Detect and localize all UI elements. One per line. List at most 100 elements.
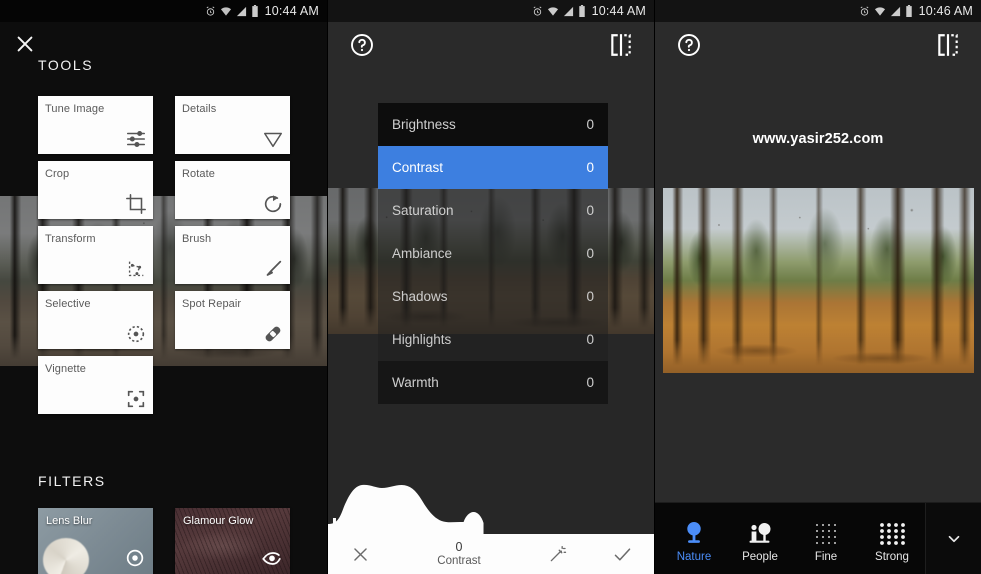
adjustment-row-highlights[interactable]: Highlights 0 xyxy=(378,318,608,361)
filter-presets-bar: Nature People Fine Strong xyxy=(655,502,981,574)
tool-card-tune-image[interactable]: Tune Image xyxy=(38,96,153,154)
close-icon[interactable] xyxy=(14,33,38,57)
adjustment-value: 0 xyxy=(586,160,594,175)
adjustment-value: 0 xyxy=(586,246,594,261)
filter-preset-strong[interactable]: Strong xyxy=(859,503,925,574)
filter-preset-fine[interactable]: Fine xyxy=(793,503,859,574)
signal-icon xyxy=(236,6,247,17)
filter-preset-nature[interactable]: Nature xyxy=(661,503,727,574)
close-icon xyxy=(351,545,370,564)
eye-icon xyxy=(261,547,283,569)
adjustment-value: 0 xyxy=(586,332,594,347)
alarm-icon xyxy=(532,5,543,17)
fine-dots-icon xyxy=(810,515,842,545)
adjustment-value: 0 xyxy=(586,117,594,132)
battery-icon xyxy=(578,5,586,17)
compare-icon[interactable] xyxy=(608,32,634,58)
adjustments-menu: Brightness 0 Contrast 0 Saturation 0 Amb… xyxy=(378,103,608,404)
signal-icon xyxy=(563,6,574,17)
status-time: 10:46 AM xyxy=(918,4,973,18)
status-bar: 10:44 AM xyxy=(0,0,327,22)
magic-wand-icon xyxy=(548,544,568,564)
current-adjustment-readout[interactable]: 0 Contrast xyxy=(392,540,526,568)
help-icon[interactable] xyxy=(350,33,374,57)
adjustment-row-shadows[interactable]: Shadows 0 xyxy=(378,275,608,318)
adjustment-value: 0 xyxy=(586,375,594,390)
bandage-icon xyxy=(262,323,284,345)
alarm-icon xyxy=(859,5,870,17)
orchard-image xyxy=(663,188,974,373)
adjustment-value: 0 xyxy=(586,289,594,304)
edited-photo[interactable] xyxy=(663,188,974,373)
adjustment-row-brightness[interactable]: Brightness 0 xyxy=(378,103,608,146)
adjustment-row-warmth[interactable]: Warmth 0 xyxy=(378,361,608,404)
tool-card-details[interactable]: Details xyxy=(175,96,290,154)
filter-presets-list: Nature People Fine Strong xyxy=(655,503,925,574)
tree-icon xyxy=(678,515,710,545)
tool-card-vignette[interactable]: Vignette xyxy=(38,356,153,414)
crop-icon xyxy=(125,193,147,215)
selective-target-icon xyxy=(125,323,147,345)
tool-label: Vignette xyxy=(45,363,86,375)
filter-preset-people[interactable]: People xyxy=(727,503,793,574)
tune-bottom-bar: 0 Contrast xyxy=(328,534,654,574)
battery-icon xyxy=(905,5,913,17)
status-time: 10:44 AM xyxy=(264,4,319,18)
person-tree-icon xyxy=(744,515,776,545)
triangle-down-icon xyxy=(262,128,284,150)
filter-label: Glamour Glow xyxy=(183,515,254,527)
filter-card-glamour-glow[interactable]: Glamour Glow xyxy=(175,508,290,574)
status-time: 10:44 AM xyxy=(591,4,646,18)
adjustment-label: Highlights xyxy=(392,332,452,347)
tools-heading: TOOLS xyxy=(38,57,94,73)
expand-presets-button[interactable] xyxy=(925,503,981,574)
screenshot-root: 10:44 AM TOOLS Tune Image Details Crop R… xyxy=(0,0,981,574)
compare-icon[interactable] xyxy=(935,32,961,58)
tool-label: Rotate xyxy=(182,168,216,180)
tool-label: Selective xyxy=(45,298,91,310)
filter-preset-label: Nature xyxy=(676,550,712,563)
battery-icon xyxy=(251,5,259,17)
signal-icon xyxy=(890,6,901,17)
tool-card-crop[interactable]: Crop xyxy=(38,161,153,219)
auto-adjust-button[interactable] xyxy=(526,544,590,564)
filter-label: Lens Blur xyxy=(46,515,93,527)
transform-icon xyxy=(125,258,147,280)
chevron-down-icon xyxy=(945,530,963,548)
sliders-icon xyxy=(125,128,147,150)
adjustment-row-ambiance[interactable]: Ambiance 0 xyxy=(378,232,608,275)
adjustment-name: Contrast xyxy=(437,555,481,567)
adjustment-value: 0 xyxy=(586,203,594,218)
wifi-icon xyxy=(547,6,559,17)
tool-card-rotate[interactable]: Rotate xyxy=(175,161,290,219)
cancel-button[interactable] xyxy=(328,545,392,564)
tool-label: Transform xyxy=(45,233,96,245)
tool-card-transform[interactable]: Transform xyxy=(38,226,153,284)
tool-card-selective[interactable]: Selective xyxy=(38,291,153,349)
adjustment-label: Ambiance xyxy=(392,246,453,261)
tool-label: Brush xyxy=(182,233,212,245)
adjustment-row-saturation[interactable]: Saturation 0 xyxy=(378,189,608,232)
adjustment-row-contrast[interactable]: Contrast 0 xyxy=(378,146,608,189)
adjustment-label: Brightness xyxy=(392,117,456,132)
wifi-icon xyxy=(220,6,232,17)
tool-card-spot-repair[interactable]: Spot Repair xyxy=(175,291,290,349)
vignette-icon xyxy=(125,388,147,410)
tool-label: Crop xyxy=(45,168,70,180)
filter-preset-label: Fine xyxy=(814,550,838,563)
rotate-icon xyxy=(262,193,284,215)
alarm-icon xyxy=(205,5,216,17)
confirm-button[interactable] xyxy=(590,544,654,565)
filter-preset-label: People xyxy=(742,550,778,563)
panel-tune-image: 10:44 AM Brightness 0 Contrast 0 Saturat… xyxy=(327,0,654,574)
lens-blur-icon xyxy=(124,547,146,569)
filters-row: Lens Blur Glamour Glow xyxy=(38,508,290,574)
tool-card-brush[interactable]: Brush xyxy=(175,226,290,284)
strong-dots-icon xyxy=(876,515,908,545)
status-bar: 10:44 AM xyxy=(328,0,654,22)
status-bar: 10:46 AM xyxy=(655,0,981,22)
histogram xyxy=(328,478,654,534)
filter-card-lens-blur[interactable]: Lens Blur xyxy=(38,508,153,574)
help-icon[interactable] xyxy=(677,33,701,57)
tool-label: Spot Repair xyxy=(182,298,242,310)
